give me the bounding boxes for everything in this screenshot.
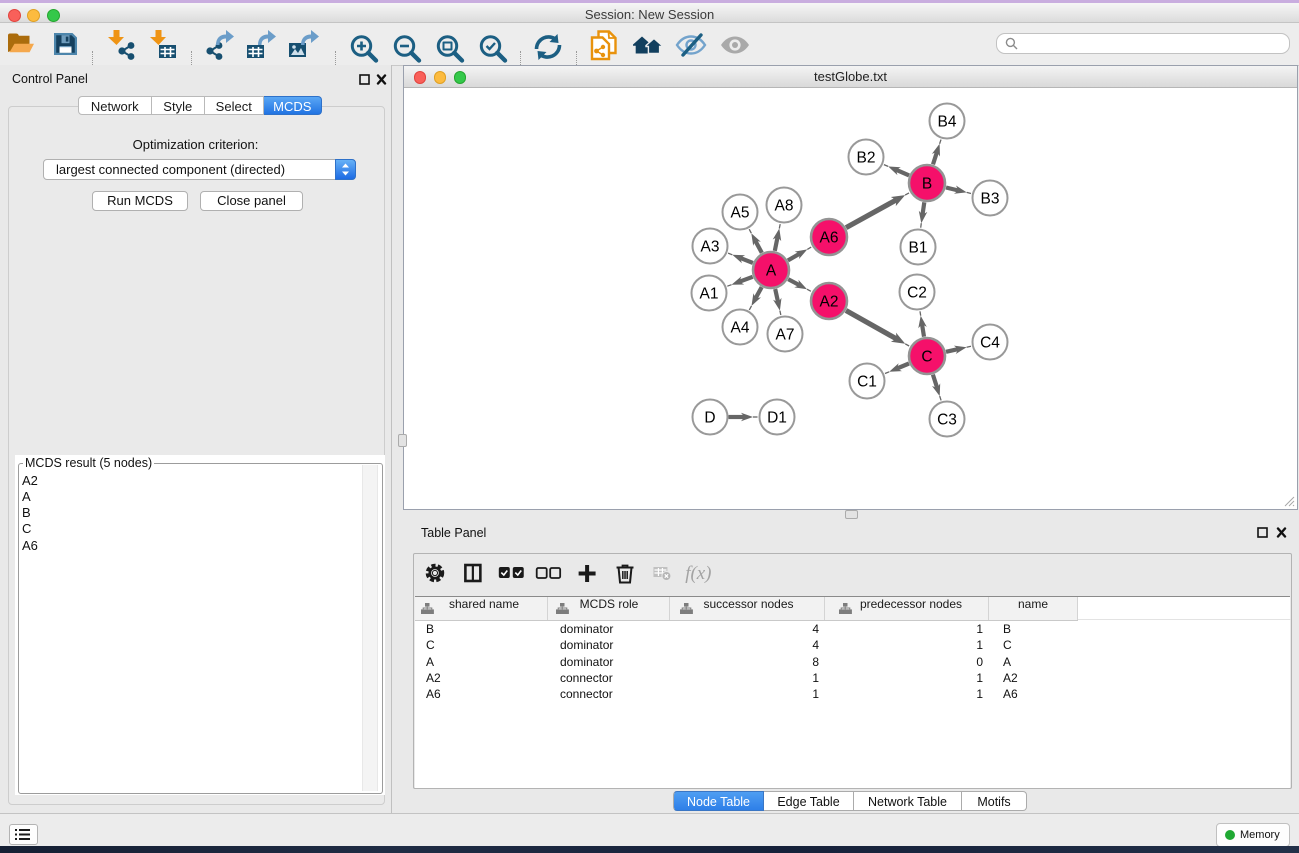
svg-text:A3: A3 [701, 239, 720, 256]
svg-text:A1: A1 [700, 286, 719, 303]
svg-text:B4: B4 [938, 114, 957, 131]
svg-text:C2: C2 [907, 285, 927, 302]
svg-text:A7: A7 [776, 327, 795, 344]
svg-text:B3: B3 [981, 191, 1000, 208]
svg-text:B: B [922, 176, 932, 193]
svg-text:C1: C1 [857, 374, 877, 391]
svg-text:B2: B2 [857, 150, 876, 167]
svg-text:D: D [704, 410, 715, 427]
svg-text:A5: A5 [731, 205, 750, 222]
svg-text:A4: A4 [731, 320, 750, 337]
svg-text:A: A [766, 263, 777, 280]
svg-text:A2: A2 [820, 294, 839, 311]
svg-text:A8: A8 [775, 198, 794, 215]
svg-text:C4: C4 [980, 335, 1000, 352]
svg-text:C3: C3 [937, 412, 957, 429]
svg-text:B1: B1 [909, 240, 928, 257]
svg-text:D1: D1 [767, 410, 787, 427]
svg-text:A6: A6 [820, 230, 839, 247]
svg-text:C: C [921, 349, 932, 366]
svg-text:f(x): f(x) [685, 563, 711, 584]
